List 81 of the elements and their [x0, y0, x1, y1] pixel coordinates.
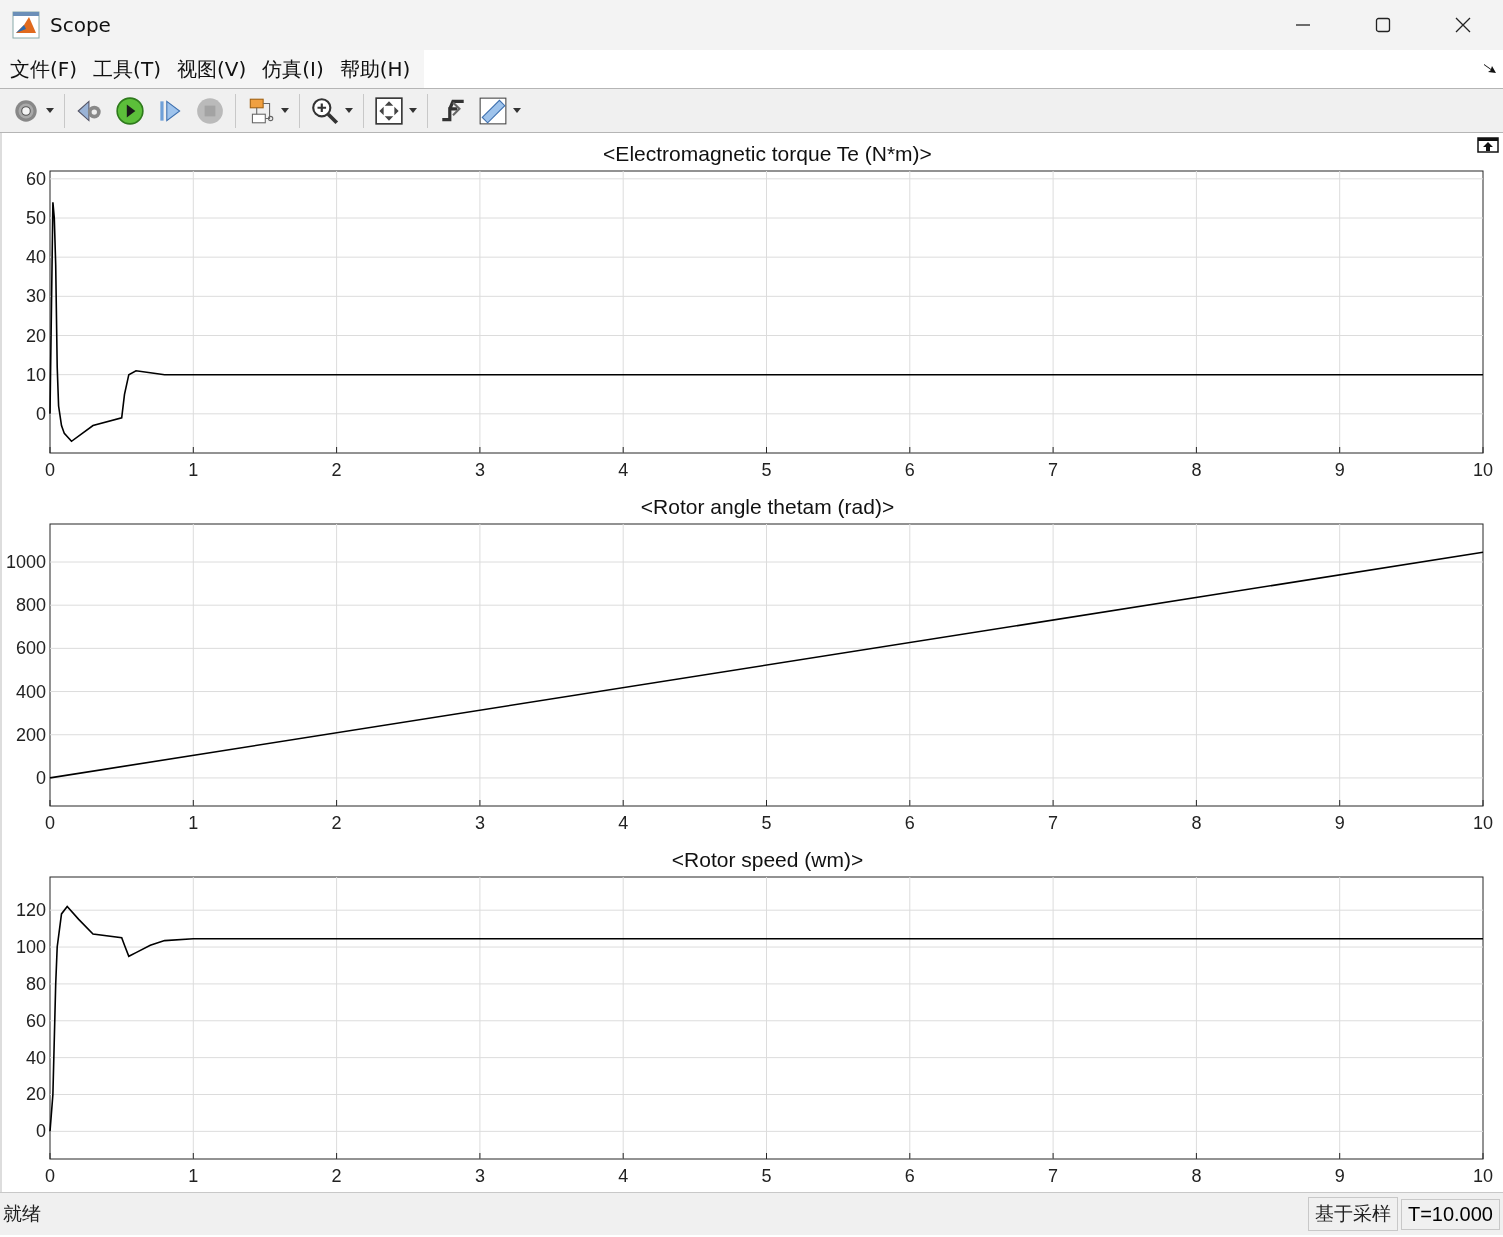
tick-label: 50 — [25, 208, 46, 228]
close-icon — [1455, 17, 1471, 33]
undock-icon[interactable] — [1477, 137, 1499, 153]
tick-label: 1 — [188, 813, 199, 833]
tick-label: 10 — [1473, 1166, 1493, 1186]
tick-label: 0 — [45, 1166, 55, 1186]
tick-label: 4 — [618, 813, 629, 833]
menu-item[interactable]: 视图(V) — [170, 55, 253, 83]
tick-label: 0 — [45, 813, 55, 833]
tick-label: 8 — [1191, 1166, 1202, 1186]
tick-label: 10 — [1473, 460, 1493, 480]
tick-label: 100 — [15, 937, 46, 958]
chart-title: <Electromagnetic torque Te (N*m)> — [603, 142, 932, 165]
tick-label: 80 — [25, 973, 46, 994]
caret-icon — [281, 108, 289, 113]
maximize-icon — [1375, 17, 1391, 33]
tick-label: 0 — [36, 403, 46, 424]
tick-label: 3 — [474, 813, 485, 833]
app-logo-icon — [12, 11, 40, 39]
tick-label: 2 — [331, 460, 342, 480]
menu-item[interactable]: 帮助(H) — [333, 55, 417, 83]
tick-label: 6 — [904, 1166, 915, 1186]
window-title: Scope — [50, 13, 112, 37]
tick-label: 2 — [331, 1166, 342, 1186]
tick-label: 3 — [474, 1166, 485, 1186]
tick-label: 40 — [25, 1047, 46, 1068]
tick-label: 200 — [15, 724, 46, 745]
tick-label: 7 — [1048, 1166, 1059, 1186]
ruler-icon — [478, 95, 508, 126]
tick-label: 4 — [618, 460, 629, 480]
run-icon — [115, 95, 145, 126]
tick-label: 7 — [1048, 460, 1059, 480]
tick-label: 7 — [1048, 813, 1059, 833]
tick-label: 9 — [1334, 1166, 1345, 1186]
tick-label: 5 — [761, 813, 772, 833]
menu-item[interactable]: 仿真(I) — [256, 55, 330, 83]
tick-label: 8 — [1191, 460, 1202, 480]
tick-label: 30 — [25, 286, 46, 307]
tick-label: 5 — [761, 1166, 772, 1186]
caret-icon — [46, 108, 54, 113]
fit-to-view-icon — [374, 95, 404, 126]
status-message: 就绪 — [2, 1201, 42, 1226]
tick-label: 20 — [25, 325, 46, 346]
tick-label: 600 — [15, 638, 46, 659]
tick-label: 0 — [45, 460, 55, 480]
tick-label: 1 — [188, 460, 199, 480]
tick-label: 6 — [904, 813, 915, 833]
tick-label: 9 — [1334, 460, 1345, 480]
tick-label: 800 — [15, 595, 46, 616]
tick-label: 0 — [36, 1121, 46, 1142]
tick-label: 3 — [474, 460, 485, 480]
chart-title: <Rotor speed (wm)> — [671, 848, 864, 871]
tick-label: 400 — [15, 681, 46, 702]
zoom-icon — [310, 95, 340, 126]
tick-label: 1 — [188, 1166, 199, 1186]
tick-label: 10 — [1473, 813, 1493, 833]
menu-item[interactable]: 工具(T) — [87, 55, 167, 83]
tick-label: 60 — [25, 168, 46, 189]
simulation-time: T=10.000 — [1400, 1198, 1500, 1230]
tick-label: 0 — [36, 767, 46, 788]
tick-label: 60 — [25, 1010, 46, 1031]
corner-arrow-icon[interactable] — [1483, 62, 1497, 74]
caret-icon — [345, 108, 353, 113]
stop-icon — [195, 95, 225, 126]
tick-label: 2 — [331, 813, 342, 833]
tick-label: 10 — [25, 364, 46, 385]
chart-title: <Rotor angle thetam (rad)> — [640, 495, 895, 518]
menu-item[interactable]: 文件(F) — [4, 55, 84, 83]
sampling-mode-label: 基于采样 — [1307, 1197, 1398, 1231]
tick-label: 5 — [761, 460, 772, 480]
caret-icon — [513, 108, 521, 113]
tick-label: 1000 — [5, 552, 46, 572]
tick-label: 8 — [1191, 813, 1202, 833]
caret-icon — [409, 108, 417, 113]
minimize-icon — [1295, 24, 1311, 26]
tick-label: 120 — [15, 900, 46, 921]
tick-label: 9 — [1334, 813, 1345, 833]
tick-label: 40 — [25, 247, 46, 268]
tick-label: 4 — [618, 1166, 629, 1186]
tick-label: 20 — [25, 1084, 46, 1105]
tick-label: 6 — [904, 460, 915, 480]
